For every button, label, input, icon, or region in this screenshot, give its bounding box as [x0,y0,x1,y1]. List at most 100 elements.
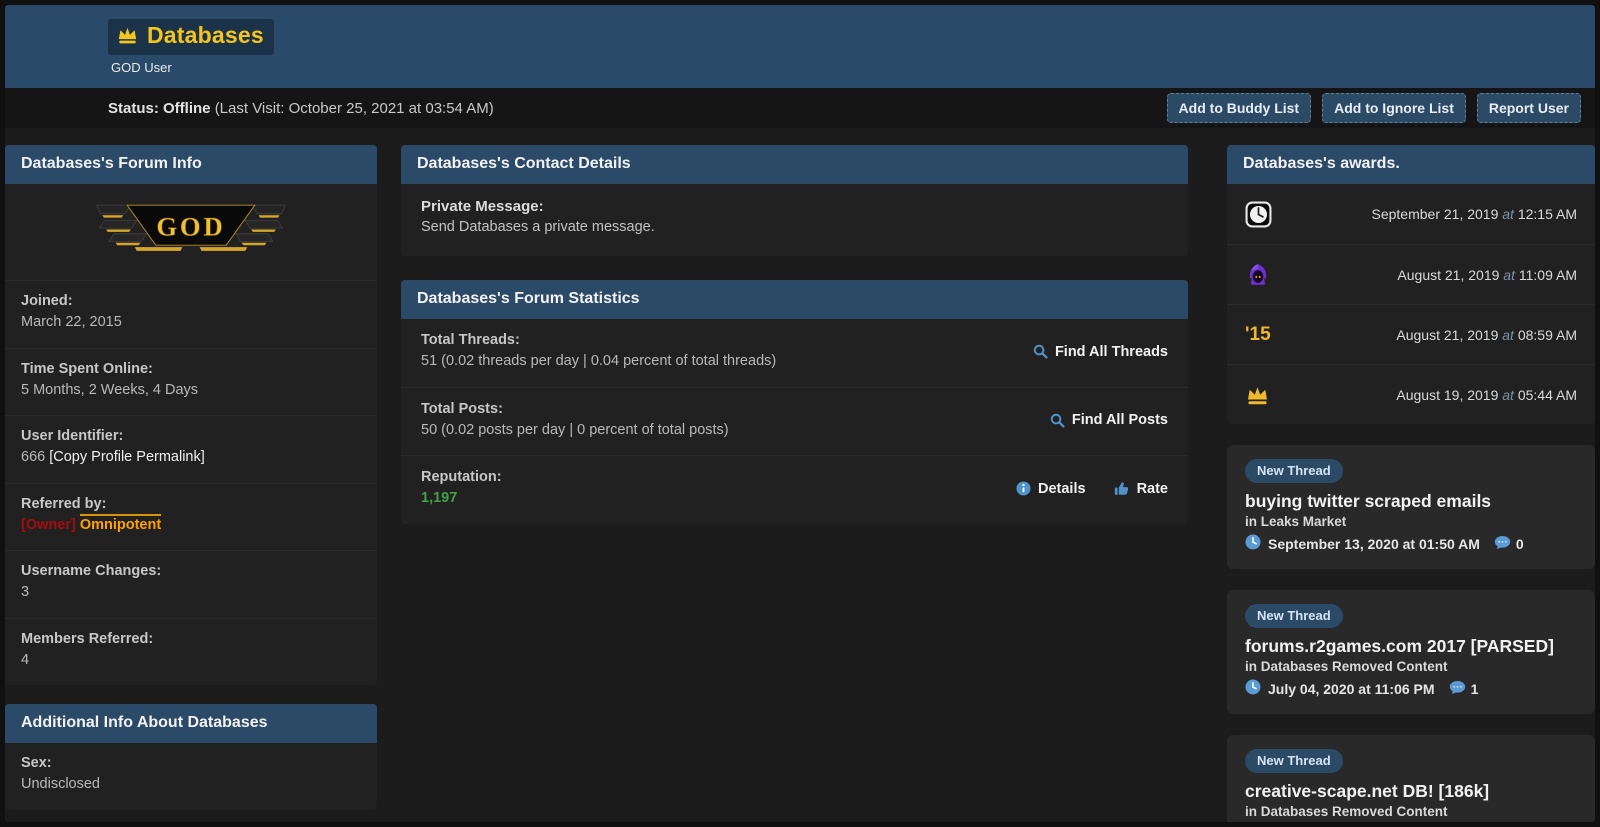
award-date: August 19, 2019 at 05:44 AM [1396,387,1577,403]
search-icon [1033,344,1048,359]
hooded-figure-award-icon [1245,262,1279,288]
award-date-part: August 19, 2019 [1396,386,1499,403]
thread-forum: in Databases Removed Content [1245,804,1448,819]
award-date: August 21, 2019 at 08:59 AM [1396,327,1577,343]
contact-details-panel: Databases's Contact Details Private Mess… [401,145,1188,256]
info-icon [1016,481,1031,496]
award-time-part: 12:15 AM [1517,206,1577,222]
find-all-posts-link[interactable]: Find All Posts [1050,412,1168,428]
info-row-username-changes: Username Changes: 3 [5,550,377,618]
info-label: Sex: [21,755,52,772]
awards-title: Databases's awards. [1227,145,1595,184]
stats-row-reputation: Reputation: 1,197 Details Rate [401,455,1188,524]
thread-card: New Thread creative-scape.net DB! [186k]… [1227,735,1595,822]
thread-title-link[interactable]: buying twitter scraped emails [1245,491,1577,512]
send-private-message-link[interactable]: Send Databases a private message. [421,219,1168,235]
contact-details-body: Private Message: Send Databases a privat… [401,184,1188,256]
status-value: Offline [163,99,211,117]
awards-body: September 21, 2019 at 12:15 AM August 21… [1227,184,1595,424]
award-date-part: August 21, 2019 [1397,266,1500,283]
crown-icon [116,25,139,45]
award-date-part: September 21, 2019 [1371,206,1499,222]
stats-left: Total Posts: 50 (0.02 posts per day | 0 … [421,401,1030,441]
award-date: August 21, 2019 at 11:09 AM [1397,267,1577,283]
thread-forum: in Leaks Market [1245,514,1347,529]
contact-details-title: Databases's Contact Details [401,145,1188,184]
clock-icon [1245,679,1261,698]
info-value: March 22, 2015 [21,314,122,330]
stats-actions: Find All Posts [1030,412,1168,428]
reputation-value: 1,197 [421,490,458,507]
crown-award-icon [1245,384,1279,406]
info-row-joined: Joined: March 22, 2015 [5,281,377,348]
award-at: at [1502,326,1514,343]
forum-info-body: GOD Joined: March 22, 2015 Time Spent On… [5,184,377,686]
stats-row-total-threads: Total Threads: 51 (0.02 threads per day … [401,319,1188,387]
info-value: 4 [21,651,30,668]
awards-panel: Databases's awards. September 21, 2019 a… [1227,145,1595,424]
copy-profile-permalink-link[interactable]: [Copy Profile Permalink] [49,449,205,465]
info-row-sex: Sex: Undisclosed [5,743,377,810]
profile-banner: Databases GOD User [5,5,1595,88]
referrer-username-link[interactable]: Omnipotent [79,513,162,533]
award-at: at [1502,206,1514,222]
status-text: Status: Offline (Last Visit: October 25,… [108,100,494,117]
add-to-ignore-list-button[interactable]: Add to Ignore List [1322,93,1466,123]
thumbs-up-icon [1114,481,1130,496]
right-column: Databases's awards. September 21, 2019 a… [1227,145,1595,822]
forum-statistics-panel: Databases's Forum Statistics Total Threa… [401,280,1188,524]
forum-info-title: Databases's Forum Info [5,145,377,184]
forum-statistics-title: Databases's Forum Statistics [401,280,1188,319]
thread-date: July 04, 2020 at 11:06 PM [1268,680,1435,697]
info-row-members-referred: Members Referred: 4 [5,617,377,686]
stats-actions: Details Rate [996,481,1168,497]
info-label: Time Spent Online: [21,360,153,377]
award-time-part: 08:59 AM [1517,326,1577,343]
stats-value: 50 (0.02 posts per day | 0 percent of to… [421,421,729,438]
info-label: User Identifier: [21,428,124,445]
additional-info-body: Sex: Undisclosed [5,743,377,810]
info-value: 666 [Copy Profile Permalink] [21,448,361,468]
stats-label: Reputation: [421,469,502,486]
award-at: at [1503,266,1515,283]
forum-info-panel: Databases's Forum Info GOD Joined: March… [5,145,377,686]
info-value: 3 [21,584,30,601]
status-detail: (Last Visit: October 25, 2021 at 03:54 A… [214,99,494,117]
report-user-button[interactable]: Report User [1476,93,1581,123]
add-to-buddy-list-button[interactable]: Add to Buddy List [1166,93,1312,123]
comment-icon [1449,680,1466,698]
comment-icon [1494,535,1511,553]
stats-actions: Find All Threads [1013,344,1168,360]
rate-user-link[interactable]: Rate [1114,481,1168,497]
thread-card: New Thread buying twitter scraped emails… [1227,445,1595,569]
contact-row-private-message: Private Message: Send Databases a privat… [401,184,1188,256]
action-label: Details [1038,480,1086,497]
award-row: '15 August 21, 2019 at 08:59 AM [1227,304,1595,364]
comment-group: 1 [1449,680,1478,698]
info-label: Joined: [21,293,73,309]
thread-card: New Thread forums.r2games.com 2017 [PARS… [1227,590,1595,714]
username: Databases [147,21,264,48]
stats-left: Total Threads: 51 (0.02 threads per day … [421,332,1013,372]
username-box: Databases [108,18,274,55]
search-icon [1050,413,1065,428]
award-date-part: August 21, 2019 [1396,326,1499,343]
action-label: Find All Threads [1054,343,1168,360]
profile-page: Databases GOD User Status: Offline (Last… [5,5,1595,822]
reply-count: 0 [1515,535,1524,552]
award-at: at [1502,386,1514,403]
left-column: Databases's Forum Info GOD Joined: March… [5,145,377,810]
new-thread-badge: New Thread [1245,459,1343,483]
find-all-threads-link[interactable]: Find All Threads [1033,344,1168,360]
action-label: Find All Posts [1071,412,1168,429]
reputation-details-link[interactable]: Details [1016,481,1086,497]
clock-icon [1245,534,1261,553]
new-thread-badge: New Thread [1245,604,1343,628]
thread-title-link[interactable]: forums.r2games.com 2017 [PARSED] [1245,636,1577,657]
forum-statistics-body: Total Threads: 51 (0.02 threads per day … [401,319,1188,524]
award-row: September 21, 2019 at 12:15 AM [1227,184,1595,244]
additional-info-title: Additional Info About Databases [5,704,377,744]
info-label: Referred by: [21,495,107,512]
comment-group: 0 [1494,535,1524,553]
thread-title-link[interactable]: creative-scape.net DB! [186k] [1245,781,1577,802]
